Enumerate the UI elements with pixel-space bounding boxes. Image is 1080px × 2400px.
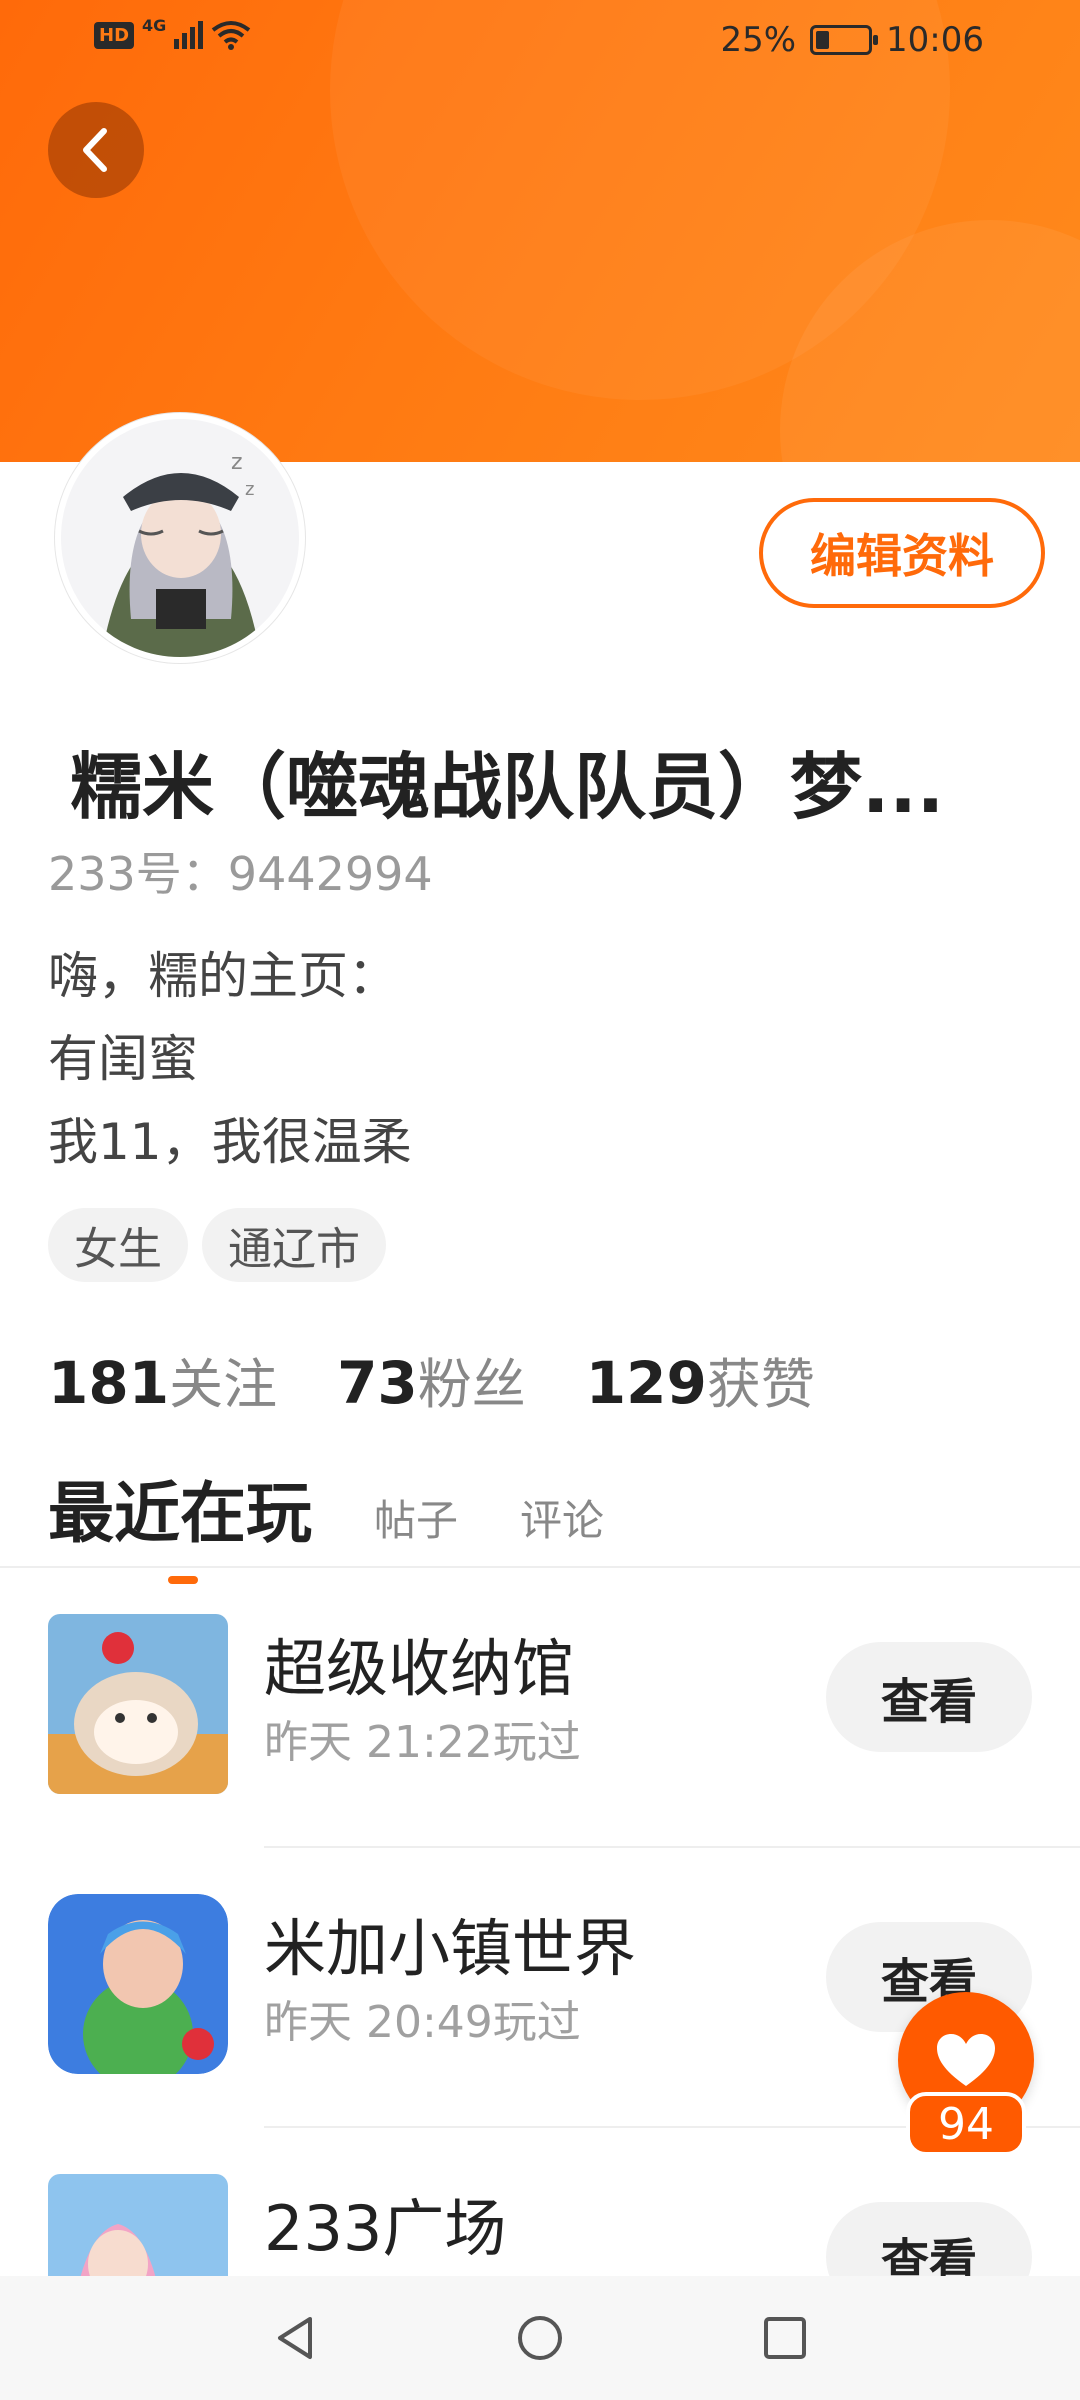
network-label: 4G [142,15,167,35]
game-title: 米加小镇世界 [264,1912,637,1985]
heart-icon [937,2034,995,2086]
avatar-image: z z [61,419,299,657]
bio-line: 嗨，糯的主页： [48,947,398,1005]
tab-comments[interactable]: 评论 [520,1487,604,1556]
chevron-left-icon [83,128,107,172]
list-item[interactable]: 超级收纳馆 昨天 21:22玩过 查看 [0,1568,1080,1848]
game-last-played: 昨天 21:22玩过 [264,1717,581,1768]
game-icon-storage [48,1614,228,1794]
svg-text:z: z [231,450,243,475]
stat-following[interactable]: 181关注 [48,1340,277,1419]
stat-number: 73 [337,1349,418,1417]
stat-followers[interactable]: 73粉丝 [337,1340,526,1419]
tag-gender: 女生 [48,1208,188,1282]
nav-home-button[interactable] [505,2303,575,2373]
clock: 10:06 [886,20,984,60]
game-last-played: 昨天 20:49玩过 [264,1997,581,2048]
system-navbar [0,2276,1080,2400]
stat-number: 129 [585,1349,707,1417]
stat-label: 关注 [169,1353,278,1416]
back-button[interactable] [48,102,144,198]
avatar[interactable]: z z [55,413,305,663]
stat-likes[interactable]: 129获赞 [586,1340,815,1419]
status-bar: HD 4G 25% 10:06 [0,0,1080,80]
game-icon-miga [48,1894,228,2074]
stat-label: 粉丝 [417,1353,526,1416]
stat-number: 181 [48,1349,170,1417]
profile-uid: 233号：9442994 [48,847,433,901]
view-button[interactable]: 查看 [826,1642,1032,1752]
profile-bio: 嗨，糯的主页： 有闺蜜 我11，我很温柔 [48,935,412,1184]
bio-line: 有闺蜜 [48,1030,198,1088]
like-count: 94 [906,2092,1026,2156]
profile-tags: 女生 通辽市 [48,1208,386,1282]
wifi-icon [212,21,251,50]
nav-recents-button[interactable] [750,2303,820,2373]
game-title: 233广场 [264,2192,507,2265]
svg-text:z: z [245,479,254,500]
game-title: 超级收纳馆 [264,1632,575,1705]
hd-badge: HD [94,21,135,49]
square-recents-icon [764,2317,806,2359]
signal-icon [174,21,204,49]
bio-line: 我11，我很温柔 [48,1113,412,1171]
battery-fill [816,31,830,49]
profile-stats: 181关注 73粉丝 129获赞 [48,1340,815,1419]
tab-recent-play[interactable]: 最近在玩 [48,1460,312,1584]
circle-home-icon [518,2316,562,2360]
battery-icon [810,25,879,55]
stat-label: 获赞 [706,1353,815,1416]
profile-tabs: 最近在玩 帖子 评论 [48,1460,604,1584]
nav-back-button[interactable] [260,2303,330,2373]
tag-city: 通辽市 [202,1208,386,1282]
battery-percent: 25% [720,20,797,60]
edit-profile-button[interactable]: 编辑资料 [759,498,1045,608]
triangle-back-icon [278,2317,312,2359]
profile-name: 糯米（噬魂战队队员）梦... [70,745,945,829]
tab-posts[interactable]: 帖子 [374,1487,458,1556]
